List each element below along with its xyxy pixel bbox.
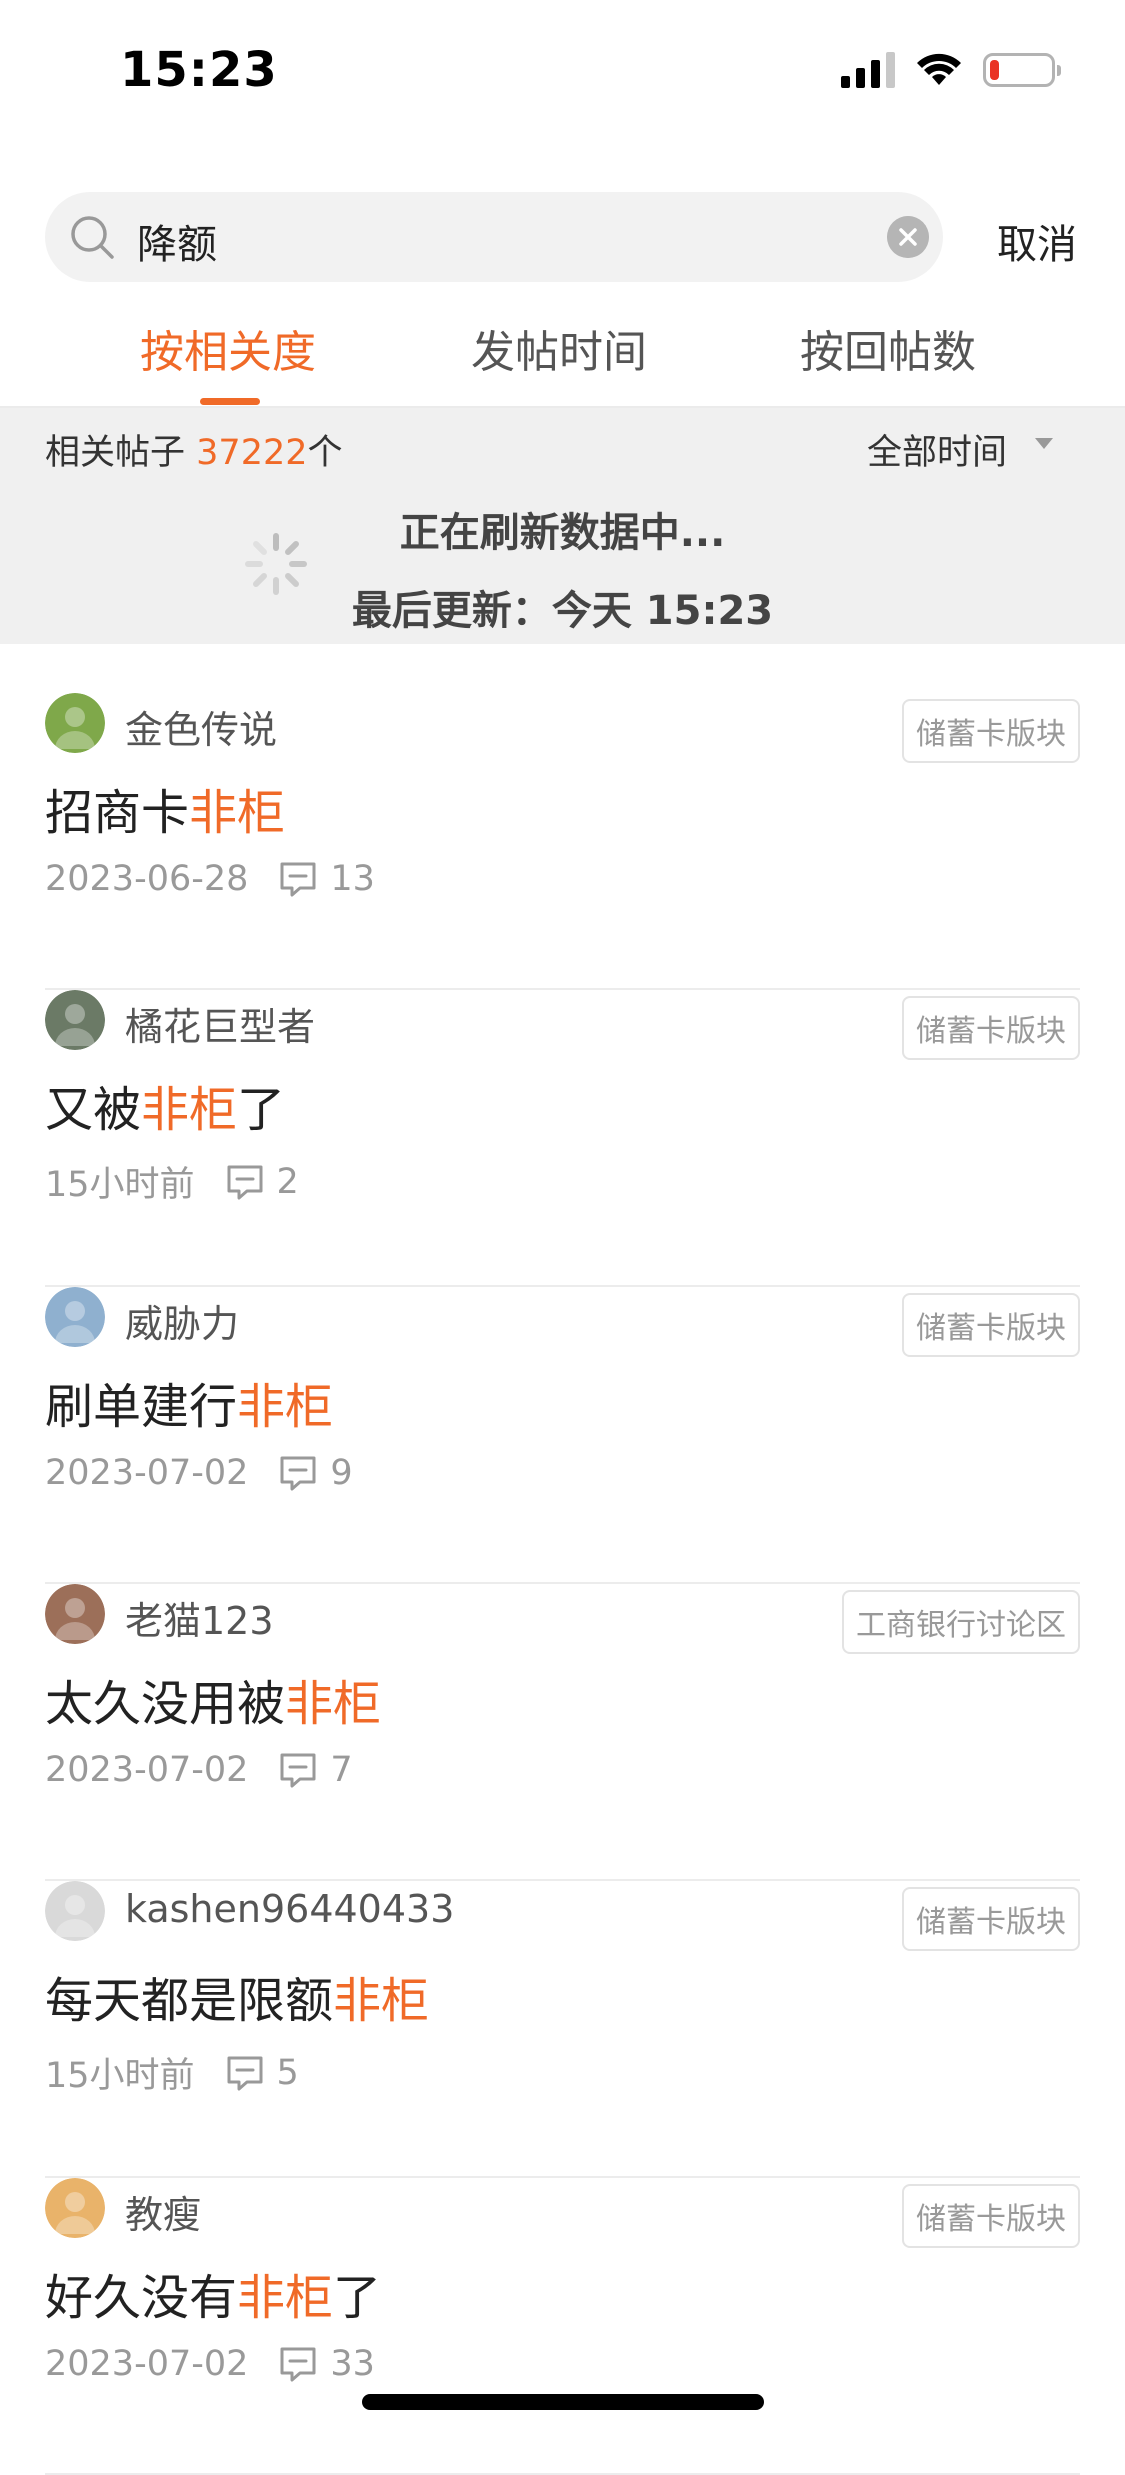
post-title-highlight: 非柜 [285,1676,382,1732]
post-title[interactable]: 太久没用被非柜 [45,1664,381,1734]
post-item[interactable]: 老猫123 工商银行讨论区太久没用被非柜 2023-07-02 7 [45,1584,1080,1881]
sort-tabs: 按相关度 发帖时间 按回帖数 [0,300,1125,408]
result-count: 相关帖子 37222个 [45,424,343,475]
post-item[interactable]: 金色传说 储蓄卡版块招商卡非柜 2023-06-28 13 [45,693,1080,990]
post-title-text: 每天都是限额 [45,1973,334,2029]
post-item[interactable]: 教瘦 储蓄卡版块好久没有非柜了 2023-07-02 33 [45,2178,1080,2475]
avatar[interactable] [45,990,105,1050]
comment-count: 33 [330,2344,375,2384]
tab-post-time[interactable]: 发帖时间 [471,316,647,380]
post-title-highlight: 非柜 [333,1973,430,2029]
post-date: 15小时前 [45,2056,195,2096]
comment-icon [280,1753,316,1788]
chevron-down-icon[interactable] [1035,438,1053,449]
post-meta: 2023-07-02 33 [45,2344,375,2384]
post-item[interactable]: 橘花巨型者 储蓄卡版块又被非柜了 15小时前 2 [45,990,1080,1287]
home-indicator[interactable] [362,2394,764,2410]
post-date: 15小时前 [45,1165,195,1205]
author-name[interactable]: 金色传说 [125,699,277,754]
post-meta: 15小时前 5 [45,2047,299,2098]
avatar[interactable] [45,1584,105,1644]
comment-icon [227,1165,263,1199]
avatar[interactable] [45,1287,105,1347]
post-title-text: 好久没有 [45,2270,238,2326]
cancel-button[interactable]: 取消 [997,212,1077,270]
board-tag[interactable]: 储蓄卡版块 [902,1293,1080,1357]
comment-icon [280,862,316,897]
search-box[interactable]: 降额 [45,192,943,282]
board-tag[interactable]: 工商银行讨论区 [842,1590,1080,1654]
post-title-text: 招商卡 [45,785,190,841]
cellular-signal-icon [841,52,895,88]
status-bar: 15:23 [0,0,1125,150]
comment-count: 7 [330,1750,353,1790]
post-title[interactable]: 刷单建行非柜 [45,1367,333,1437]
status-time: 15:23 [120,42,278,98]
avatar[interactable] [45,2178,105,2238]
post-title-text: 刷单建行 [45,1379,238,1435]
author-name[interactable]: 老猫123 [125,1590,274,1645]
comment-icon [280,1456,316,1491]
clear-icon[interactable] [887,216,929,258]
search-row: 降额 取消 [0,192,1125,282]
tab-relevance[interactable]: 按相关度 [140,316,316,380]
post-item[interactable]: kashen96440433 储蓄卡版块每天都是限额非柜 15小时前 5 [45,1881,1080,2178]
battery-level [990,60,999,80]
comment-icon [280,2347,316,2382]
post-date: 2023-07-02 [45,1750,249,1790]
author-name[interactable]: 教瘦 [125,2184,201,2239]
search-input[interactable]: 降额 [137,212,217,270]
post-title-text: 了 [333,2270,382,2326]
comment-count: 5 [276,2052,299,2093]
result-count-number: 37222 [196,433,308,473]
post-item[interactable]: 威胁力 储蓄卡版块刷单建行非柜 2023-07-02 9 [45,1287,1080,1584]
board-tag[interactable]: 储蓄卡版块 [902,2184,1080,2248]
comment-count: 13 [330,859,375,899]
avatar[interactable] [45,693,105,753]
post-title[interactable]: 每天都是限额非柜 [45,1961,429,2031]
post-meta: 15小时前 2 [45,1156,299,1207]
results-info: 相关帖子 37222个 全部时间 正在刷新数据中... 最后更新：今天 15:2… [0,408,1125,644]
board-tag[interactable]: 储蓄卡版块 [902,699,1080,763]
board-tag[interactable]: 储蓄卡版块 [902,996,1080,1060]
post-title-text: 又被 [45,1082,142,1138]
refresh-status: 正在刷新数据中... [399,510,726,556]
post-title[interactable]: 又被非柜了 [45,1070,285,1140]
post-meta: 2023-07-02 7 [45,1750,353,1790]
post-meta: 2023-07-02 9 [45,1453,353,1493]
post-title-highlight: 非柜 [237,2270,334,2326]
post-date: 2023-06-28 [45,859,249,899]
post-meta: 2023-06-28 13 [45,859,375,899]
wifi-icon [917,53,961,85]
post-title-highlight: 非柜 [141,1082,238,1138]
comment-count: 2 [276,1161,299,1202]
avatar[interactable] [45,1881,105,1941]
result-count-suffix: 个 [307,433,343,473]
result-count-prefix: 相关帖子 [45,433,186,473]
search-icon [71,216,114,259]
post-title-text: 了 [237,1082,286,1138]
status-icons [841,52,1061,88]
post-title[interactable]: 好久没有非柜了 [45,2258,381,2328]
time-filter-dropdown[interactable]: 全部时间 [867,424,1007,475]
board-tag[interactable]: 储蓄卡版块 [902,1887,1080,1951]
author-name[interactable]: kashen96440433 [125,1887,454,1931]
post-title-highlight: 非柜 [237,1379,334,1435]
active-tab-indicator [200,398,260,405]
author-name[interactable]: 威胁力 [125,1293,239,1348]
battery-icon [983,53,1061,87]
comment-icon [227,2056,263,2090]
author-name[interactable]: 橘花巨型者 [125,996,315,1051]
post-date: 2023-07-02 [45,1453,249,1493]
last-update: 最后更新：今天 15:23 [351,588,774,634]
post-title-highlight: 非柜 [189,785,286,841]
comment-count: 9 [330,1453,353,1493]
post-title[interactable]: 招商卡非柜 [45,773,285,843]
post-title-text: 太久没用被 [45,1676,286,1732]
post-date: 2023-07-02 [45,2344,249,2384]
tab-reply-count[interactable]: 按回帖数 [800,316,976,380]
